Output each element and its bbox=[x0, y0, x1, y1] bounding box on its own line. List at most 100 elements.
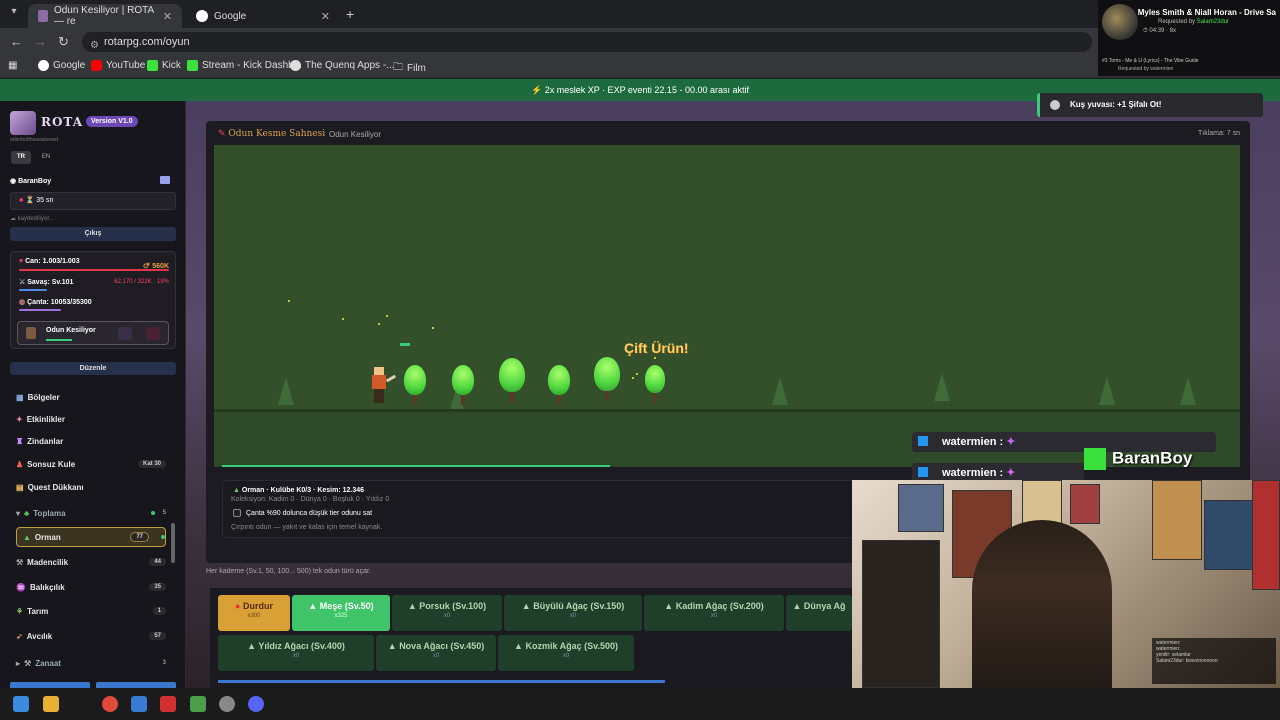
fish-icon: ♒ bbox=[16, 582, 26, 592]
sidebar-item-farming[interactable]: ⚘ Tarım 1 bbox=[16, 601, 166, 621]
double-yield-text: Çift Ürün! bbox=[624, 340, 689, 356]
stream-channel-name: BaranBoy bbox=[1084, 448, 1192, 470]
tree-trunk bbox=[413, 395, 417, 405]
auto-sell-toggle[interactable]: Çanta %90 dolunca düşük tier odunu sat bbox=[233, 509, 372, 517]
activity-option-button[interactable] bbox=[118, 327, 132, 340]
bookmark-quenq[interactable]: The Quenq Apps -... bbox=[290, 60, 395, 71]
forward-icon[interactable]: → bbox=[34, 34, 47, 49]
tree[interactable] bbox=[404, 365, 426, 395]
stop-button[interactable]: ● Durdur x300 bbox=[218, 595, 290, 631]
spark bbox=[288, 300, 290, 302]
sidebar-item-forest[interactable]: ▲ Orman 77 bbox=[16, 527, 166, 547]
site-info-icon[interactable]: ⚙ bbox=[90, 36, 99, 56]
sidebar-item-endless-tower[interactable]: ♟ Sonsuz Kule Kat 30 bbox=[16, 454, 166, 474]
active-dot bbox=[150, 511, 155, 515]
tier-button-oak[interactable]: ▲ Meşe (Sv.50) x325 bbox=[292, 595, 390, 631]
auto-sell-checkbox[interactable] bbox=[233, 509, 241, 517]
activity-stop-button[interactable] bbox=[146, 327, 160, 340]
activity-label: Odun Kesiliyor bbox=[46, 327, 96, 334]
tree[interactable] bbox=[548, 365, 570, 395]
settings-icon[interactable] bbox=[219, 696, 235, 712]
sidebar-item-quest-shop[interactable]: ▤ Quest Dükkanı bbox=[16, 477, 166, 497]
bookmark-film-folder[interactable]: 🗀 Film bbox=[393, 60, 426, 77]
wall-poster bbox=[1204, 500, 1254, 570]
tree[interactable] bbox=[594, 357, 620, 391]
youtube-icon bbox=[91, 60, 102, 71]
reload-icon[interactable]: ↻ bbox=[58, 34, 69, 50]
chrome-icon[interactable] bbox=[102, 696, 118, 712]
bookmark-kick[interactable]: Kick bbox=[147, 60, 181, 71]
address-bar-row: ← → ↻ ⚙ rotarpg.com/oyun bbox=[0, 28, 1280, 56]
apps-icon[interactable]: ▦ bbox=[8, 60, 17, 71]
current-activity[interactable]: Odun Kesiliyor bbox=[17, 321, 169, 345]
file-explorer-icon[interactable] bbox=[43, 696, 59, 712]
game-title: ✎ Odun Kesme Sahnesi bbox=[218, 129, 326, 139]
gather-icon: ♣ bbox=[24, 508, 30, 518]
message-icon[interactable] bbox=[160, 176, 170, 184]
tier-hint: Her kademe (Sv.1, 50, 100... 500) tek od… bbox=[206, 568, 371, 575]
woodcutting-scene[interactable]: Çift Ürün! bbox=[214, 145, 1240, 467]
combat-stat: ⚔ Savaş: Sv.101 bbox=[19, 279, 74, 286]
sidebar-item-mining[interactable]: ⚒ Madencilik 44 bbox=[16, 552, 166, 572]
tier-button-star-tree[interactable]: ▲ Yıldız Ağacı (Sv.400) x0 bbox=[218, 635, 374, 671]
scroll-icon: ▤ bbox=[16, 482, 24, 492]
edit-button[interactable]: Düzenle bbox=[10, 362, 176, 375]
requested-by: Requested by Salam23dur bbox=[1158, 19, 1230, 25]
close-icon[interactable]: ✕ bbox=[321, 10, 330, 23]
tree-icon: ▲ bbox=[514, 641, 523, 651]
rota-favicon-icon bbox=[38, 10, 48, 22]
tab-title: Odun Kesiliyor | ROTA — re bbox=[53, 5, 154, 27]
tier-button-magic-tree[interactable]: ▲ Büyülü Ağaç (Sv.150) x0 bbox=[504, 595, 642, 631]
tree-icon: ▲ bbox=[233, 487, 240, 494]
url-input[interactable]: ⚙ rotarpg.com/oyun bbox=[82, 32, 1092, 52]
bookmark-youtube[interactable]: YouTube bbox=[91, 60, 145, 71]
sidebar-item-hunting[interactable]: ➶ Avcılık 57 bbox=[16, 626, 166, 646]
sidebar-item-dungeons[interactable]: ♜ Zindanlar bbox=[16, 431, 166, 451]
sidebar-item-fishing[interactable]: ♒ Balıkçılık 35 bbox=[16, 577, 166, 597]
app-icon[interactable] bbox=[160, 696, 176, 712]
tree-trunk bbox=[557, 395, 561, 405]
info-summary: ▲ Orman · Kulübe K0/3 · Kesim: 12.346 bbox=[233, 487, 365, 494]
bookmark-stream-dashboard[interactable]: Stream - Kick Dashb... bbox=[187, 60, 302, 71]
tier-button-yew[interactable]: ▲ Porsuk (Sv.100) x0 bbox=[392, 595, 502, 631]
scrollbar-thumb[interactable] bbox=[171, 523, 175, 563]
wall-poster bbox=[898, 484, 944, 532]
username: ◉ BaranBoy bbox=[10, 178, 52, 185]
sidebar-item-events[interactable]: ✦ Etkinlikler bbox=[16, 409, 166, 429]
new-tab-icon[interactable]: + bbox=[346, 6, 354, 22]
tab-list-icon[interactable]: ▾ bbox=[6, 6, 22, 22]
log-icon bbox=[26, 327, 36, 339]
next-requested: Requested by watermien bbox=[1118, 66, 1174, 72]
back-icon[interactable]: ← bbox=[10, 34, 23, 49]
tree-icon: ▲ bbox=[407, 601, 417, 611]
app-icon[interactable] bbox=[190, 696, 206, 712]
tier-button-cosmic-tree[interactable]: ▲ Kozmik Ağaç (Sv.500) x0 bbox=[498, 635, 634, 671]
bookmark-google[interactable]: Google bbox=[38, 60, 85, 71]
logout-button[interactable]: Çıkış bbox=[10, 227, 176, 241]
spark bbox=[654, 357, 656, 359]
tier-button-world-tree[interactable]: ▲ Dünya Ağ bbox=[786, 595, 852, 631]
sidebar-section-gathering[interactable]: ▾ ♣ Toplama 5 bbox=[16, 503, 166, 523]
sidebar-scrollbar[interactable] bbox=[171, 383, 175, 673]
sidebar-item-regions[interactable]: ▦ Bölgeler bbox=[16, 387, 166, 407]
tree[interactable] bbox=[645, 365, 665, 393]
app-icon[interactable] bbox=[131, 696, 147, 712]
tab-google[interactable]: Google ✕ bbox=[186, 4, 340, 28]
tier-button-nova-tree[interactable]: ▲ Nova Ağacı (Sv.450) x0 bbox=[376, 635, 496, 671]
close-icon[interactable]: ✕ bbox=[163, 10, 172, 23]
lang-tr-button[interactable]: TR bbox=[11, 151, 31, 164]
background-fir bbox=[1180, 377, 1196, 405]
windows-start-icon[interactable] bbox=[13, 696, 29, 712]
kick-logo-icon bbox=[1084, 448, 1106, 470]
tier-button-ancient-tree[interactable]: ▲ Kadim Ağaç (Sv.200) x0 bbox=[644, 595, 784, 631]
tree[interactable] bbox=[452, 365, 474, 395]
bag-bar bbox=[19, 309, 61, 311]
lang-en-button[interactable]: EN bbox=[36, 151, 56, 164]
tab-game[interactable]: Odun Kesiliyor | ROTA — re ✕ bbox=[28, 4, 182, 28]
tree[interactable] bbox=[499, 358, 525, 392]
sidebar-section-crafting[interactable]: ▸ ⚒ Zanaat 3 bbox=[16, 653, 166, 673]
song-title: Myles Smith & Niall Horan - Drive Sa bbox=[1137, 8, 1276, 17]
background-fir bbox=[1099, 377, 1115, 405]
tier-scrollbar[interactable] bbox=[218, 680, 665, 683]
discord-icon[interactable] bbox=[248, 696, 264, 712]
